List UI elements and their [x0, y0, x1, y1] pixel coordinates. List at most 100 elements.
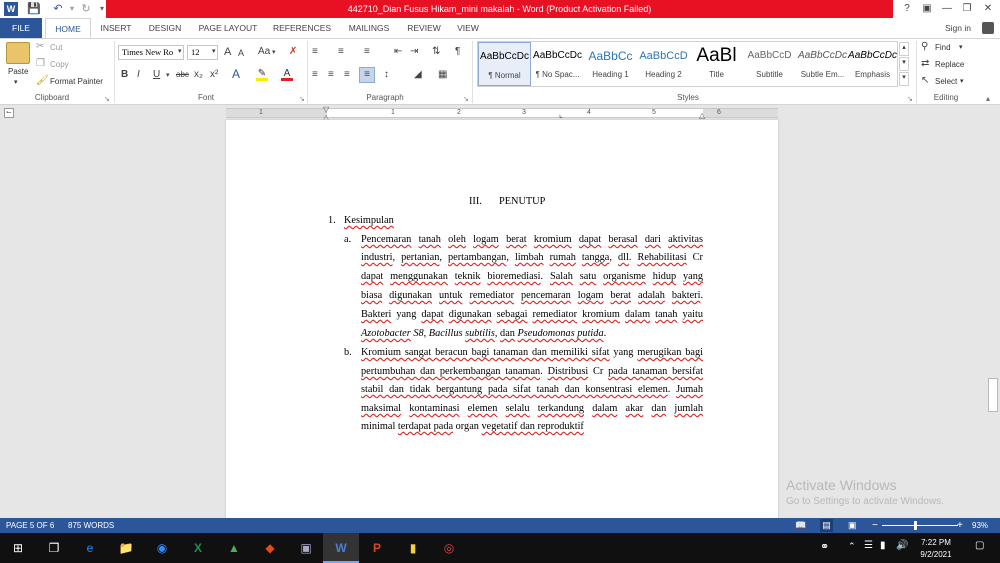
sticky-notes-icon[interactable]: ▮: [395, 533, 431, 563]
tab-references[interactable]: REFERENCES: [268, 18, 336, 38]
green-app-icon[interactable]: ▲: [216, 533, 252, 563]
page-count[interactable]: PAGE 5 OF 6: [6, 518, 54, 533]
tab-file[interactable]: FILE: [0, 18, 42, 38]
sort-icon[interactable]: ⇅: [432, 45, 440, 59]
zoom-app-icon[interactable]: ◉: [144, 533, 180, 563]
style-heading-1[interactable]: AaBbCc Heading 1: [584, 42, 637, 86]
underline-dropdown-icon[interactable]: ▾: [166, 69, 170, 83]
chrome-icon[interactable]: ◎: [431, 533, 467, 563]
print-layout-icon[interactable]: ▤: [820, 519, 833, 532]
windows-start-icon[interactable]: ⊞: [0, 533, 36, 563]
save-icon[interactable]: 💾: [26, 1, 42, 17]
grow-font-icon[interactable]: A: [224, 45, 231, 59]
file-explorer-icon[interactable]: 📁: [108, 533, 144, 563]
network-icon[interactable]: ☰: [864, 540, 873, 551]
select-button[interactable]: Select: [935, 77, 957, 86]
shrink-font-icon[interactable]: A: [238, 46, 244, 60]
tab-view[interactable]: VIEW: [450, 18, 486, 38]
highlight-color-icon[interactable]: ✎: [256, 67, 268, 81]
styles-scroll-down-icon[interactable]: ▾: [899, 57, 909, 71]
style-title[interactable]: AaBl Title: [690, 42, 743, 86]
monitor-app-icon[interactable]: ▣: [288, 533, 324, 563]
change-case-dropdown-icon[interactable]: ▾: [272, 46, 276, 60]
numbering-icon[interactable]: ≡: [338, 45, 344, 59]
zoom-slider-thumb[interactable]: [914, 521, 917, 530]
clear-formatting-icon[interactable]: ✗: [289, 45, 297, 59]
zoom-level[interactable]: 93%: [972, 518, 988, 533]
increase-indent-icon[interactable]: ⇥: [410, 45, 418, 59]
paste-dropdown-icon[interactable]: ▾: [14, 78, 18, 86]
font-name-combo[interactable]: Times New Ro: [118, 45, 184, 60]
collapse-ribbon-icon[interactable]: ▴: [986, 94, 990, 103]
superscript-button[interactable]: x²: [210, 68, 218, 82]
text-effects-icon[interactable]: A: [232, 67, 240, 81]
battery-icon[interactable]: ▮: [880, 540, 886, 551]
tab-stop-marker[interactable]: ⌞: [559, 110, 563, 119]
justify-icon[interactable]: ≡: [359, 67, 375, 83]
decrease-indent-icon[interactable]: ⇤: [394, 45, 402, 59]
cut-button[interactable]: Cut: [50, 43, 62, 52]
italic-button[interactable]: I: [137, 68, 140, 82]
red-app-icon[interactable]: ◆: [252, 533, 288, 563]
styles-scroll-up-icon[interactable]: ▴: [899, 42, 909, 56]
font-launcher-icon[interactable]: ↘: [299, 95, 305, 103]
account-icon[interactable]: [982, 22, 994, 34]
read-mode-icon[interactable]: 📖: [795, 518, 806, 533]
format-painter-button[interactable]: Format Painter: [50, 77, 103, 86]
font-name-dropdown-icon[interactable]: ▾: [178, 47, 182, 55]
style-subtitle[interactable]: AaBbCcD Subtitle: [743, 42, 796, 86]
borders-icon[interactable]: ▦: [438, 68, 447, 82]
align-left-icon[interactable]: ≡: [312, 68, 318, 82]
paste-icon[interactable]: [6, 42, 30, 64]
volume-icon[interactable]: 🔊: [896, 540, 908, 551]
bold-button[interactable]: B: [121, 68, 128, 82]
clock-date[interactable]: 9/2/2021: [913, 550, 959, 559]
right-indent-marker[interactable]: △: [699, 111, 705, 120]
find-button[interactable]: Find: [935, 43, 951, 52]
sign-in-link[interactable]: Sign in: [945, 20, 971, 36]
zoom-in-button[interactable]: +: [957, 518, 963, 533]
show-hidden-icons[interactable]: ⌃: [848, 541, 856, 552]
shading-icon[interactable]: ◢: [414, 68, 422, 82]
paragraph-launcher-icon[interactable]: ↘: [463, 95, 469, 103]
underline-button[interactable]: U: [153, 68, 160, 82]
clipboard-launcher-icon[interactable]: ↘: [104, 95, 110, 103]
word-app-icon[interactable]: W: [4, 2, 18, 16]
tab-insert[interactable]: INSERT: [95, 18, 137, 38]
style-emphasis[interactable]: AaBbCcDc Emphasis: [846, 42, 899, 86]
edge-icon[interactable]: e: [72, 533, 108, 563]
replace-button[interactable]: Replace: [935, 60, 964, 69]
word-count[interactable]: 875 WORDS: [68, 518, 114, 533]
ribbon-display-options-icon[interactable]: ▣: [916, 0, 938, 18]
task-view-icon[interactable]: ❐: [36, 533, 72, 563]
notification-icon[interactable]: ▢: [975, 540, 984, 551]
strikethrough-button[interactable]: abc: [176, 68, 189, 82]
excel-icon[interactable]: X: [180, 533, 216, 563]
help-button[interactable]: ?: [896, 0, 918, 18]
line-spacing-icon[interactable]: ↕: [384, 68, 389, 82]
align-right-icon[interactable]: ≡: [344, 68, 350, 82]
tab-selector-icon[interactable]: ⌙: [4, 108, 14, 118]
zoom-out-button[interactable]: −: [872, 518, 878, 533]
find-dropdown-icon[interactable]: ▾: [959, 43, 963, 51]
styles-launcher-icon[interactable]: ↘: [907, 95, 913, 103]
minimize-icon[interactable]: —: [936, 0, 958, 18]
styles-more-icon[interactable]: ▾: [899, 72, 909, 86]
word-taskbar-icon[interactable]: W: [323, 533, 359, 563]
style-normal[interactable]: AaBbCcDc ¶ Normal: [478, 42, 531, 86]
web-layout-icon[interactable]: ▣: [848, 518, 857, 533]
style-no-spacing[interactable]: AaBbCcDc ¶ No Spac...: [531, 42, 584, 86]
change-case-button[interactable]: Aa: [258, 45, 270, 59]
clock-time[interactable]: 7:22 PM: [913, 538, 959, 547]
align-center-icon[interactable]: ≡: [328, 68, 334, 82]
tab-review[interactable]: REVIEW: [402, 18, 446, 38]
copy-button[interactable]: Copy: [50, 60, 69, 69]
tab-mailings[interactable]: MAILINGS: [341, 18, 397, 38]
bullets-icon[interactable]: ≡: [312, 45, 318, 59]
powerpoint-icon[interactable]: P: [359, 533, 395, 563]
select-dropdown-icon[interactable]: ▾: [960, 77, 964, 85]
multilevel-list-icon[interactable]: ≡: [364, 45, 370, 59]
tab-design[interactable]: DESIGN: [141, 18, 189, 38]
close-icon[interactable]: ✕: [977, 0, 999, 18]
vertical-scrollbar[interactable]: [986, 120, 1000, 518]
